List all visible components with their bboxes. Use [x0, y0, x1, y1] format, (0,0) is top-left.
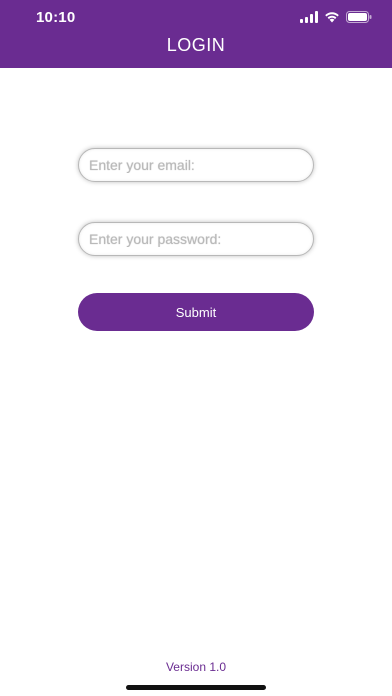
- password-field[interactable]: [78, 222, 314, 256]
- home-indicator[interactable]: [126, 685, 266, 690]
- battery-icon: [346, 11, 372, 23]
- status-icons: [300, 11, 372, 23]
- page-title: LOGIN: [166, 35, 226, 55]
- version-label: Version 1.0: [165, 660, 227, 674]
- email-field[interactable]: [78, 148, 314, 182]
- app-header: 10:10 LOGIN: [0, 0, 392, 68]
- wifi-icon: [324, 11, 340, 23]
- submit-button[interactable]: Submit: [78, 293, 314, 331]
- signal-icon: [300, 11, 318, 23]
- status-time: 10:10: [36, 9, 76, 26]
